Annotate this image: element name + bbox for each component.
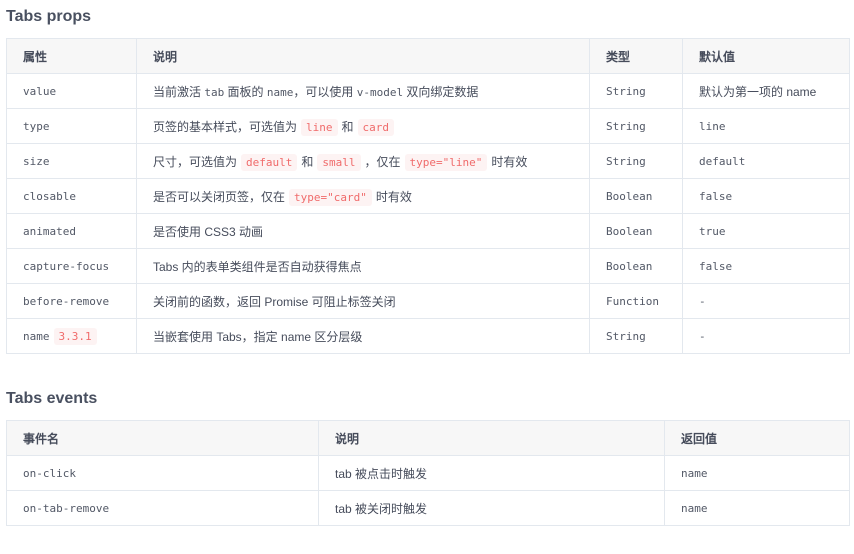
prop-type-cell: String [589,108,683,144]
prop-name: closable [23,189,76,203]
inline-code: line [301,118,338,136]
col-header-event-name: 事件名 [6,420,319,456]
table-row: type 页签的基本样式，可选值为 line 和 card String line [6,108,850,144]
col-header-type: 类型 [589,38,683,74]
prop-type-cell: String [589,318,683,354]
prop-name: type [23,119,50,133]
table-row: size 尺寸，可选值为 default 和 small ，仅在 type="line" 时有… [6,143,850,179]
prop-desc-cell: 是否使用 CSS3 动画 [136,213,590,249]
desc-text: 和 [301,154,314,169]
events-section-title: Tabs events [6,390,98,407]
desc-text: 时有效 [491,154,528,169]
table-row: on-click tab 被点击时触发 name [6,455,850,491]
desc-text: 页签的基本样式，可选值为 [153,119,298,134]
desc-text: 双向绑定数据 [403,84,479,99]
table-row: on-tab-remove tab 被关闭时触发 name [6,490,850,526]
prop-name-cell: before-remove [6,283,137,319]
prop-name-cell: value [6,73,137,109]
prop-desc-cell: 关闭前的函数，返回 Promise 可阻止标签关闭 [136,283,590,319]
version-badge: 3.3.1 [53,327,97,345]
prop-desc-cell: 当前激活 tab 面板的 name，可以使用 v-model 双向绑定数据 [136,73,590,109]
prop-default-cell: - [682,318,850,354]
desc-text: 当前激活 [153,84,205,99]
prop-name: animated [23,224,76,238]
desc-text: 是否可以关闭页签，仅在 [153,189,286,204]
prop-desc-cell: 页签的基本样式，可选值为 line 和 card [136,108,590,144]
event-name-cell: on-tab-remove [6,490,319,526]
event-desc-cell: tab 被关闭时触发 [318,490,665,526]
event-return-cell: name [664,490,850,526]
table-row: name 3.3.1 当嵌套使用 Tabs，指定 name 区分层级 String - [6,318,850,354]
props-header-row: 属性 说明 类型 默认值 [6,38,850,74]
prop-name-cell: animated [6,213,137,249]
desc-text: name [266,85,294,99]
prop-name: capture-focus [23,259,110,273]
col-header-prop: 属性 [6,38,137,74]
inline-code: small [317,153,361,171]
prop-name-cell: capture-focus [6,248,137,284]
desc-text: 和 [341,119,354,134]
prop-type-cell: Boolean [589,213,683,249]
events-table: 事件名 说明 返回值 on-click tab 被点击时触发 name on-tab-… [6,420,850,526]
prop-default-cell: false [682,178,850,214]
table-row: closable 是否可以关闭页签，仅在 type="card" 时有效 Boolean… [6,178,850,214]
prop-desc-cell: 尺寸，可选值为 default 和 small ，仅在 type="line" 时有效 [136,143,590,179]
col-header-event-return: 返回值 [664,420,850,456]
prop-name-cell: size [6,143,137,179]
prop-name-cell: name 3.3.1 [6,318,137,354]
prop-default-cell: line [682,108,850,144]
prop-name: name [23,329,50,343]
prop-default-cell: false [682,248,850,284]
desc-text: 面板的 [224,84,267,99]
desc-text: 关闭前的函数，返回 Promise 可阻止标签关闭 [153,294,396,309]
table-row: before-remove 关闭前的函数，返回 Promise 可阻止标签关闭 Fu… [6,283,850,319]
prop-desc-cell: Tabs 内的表单类组件是否自动获得焦点 [136,248,590,284]
prop-type-cell: Boolean [589,248,683,284]
inline-code: type="card" [289,188,372,206]
desc-text: 是否使用 CSS3 动画 [153,224,264,239]
prop-name: size [23,154,50,168]
event-return-cell: name [664,455,850,491]
desc-text: tab [204,85,225,99]
inline-code: card [357,118,395,136]
inline-code: type="line" [404,153,488,171]
prop-name-cell: closable [6,178,137,214]
prop-default-cell: 默认为第一项的 name [682,73,850,109]
desc-text: v-model [356,85,404,99]
prop-default-cell: default [682,143,850,179]
desc-text: ，仅在 [364,154,401,169]
desc-text: ，可以使用 [293,84,357,99]
event-name-cell: on-click [6,455,319,491]
table-row: animated 是否使用 CSS3 动画 Boolean true [6,213,850,249]
prop-type-cell: Function [589,283,683,319]
desc-text: Tabs 内的表单类组件是否自动获得焦点 [153,259,362,274]
prop-name: value [23,84,57,98]
desc-text: 尺寸，可选值为 [153,154,238,169]
prop-default-cell: - [682,283,850,319]
props-table: 属性 说明 类型 默认值 value 当前激活 tab 面板的 name，可以使用… [6,38,850,354]
prop-desc-cell: 是否可以关闭页签，仅在 type="card" 时有效 [136,178,590,214]
desc-text: 当嵌套使用 Tabs，指定 name 区分层级 [153,329,363,344]
prop-name-cell: type [6,108,137,144]
table-row: capture-focus Tabs 内的表单类组件是否自动获得焦点 Boolean… [6,248,850,284]
event-desc-cell: tab 被点击时触发 [318,455,665,491]
prop-desc-cell: 当嵌套使用 Tabs，指定 name 区分层级 [136,318,590,354]
col-header-event-desc: 说明 [318,420,665,456]
prop-type-cell: Boolean [589,178,683,214]
col-header-desc: 说明 [136,38,590,74]
col-header-default: 默认值 [682,38,850,74]
prop-default-cell: true [682,213,850,249]
prop-name: before-remove [23,294,110,308]
prop-type-cell: String [589,143,683,179]
inline-code: default [241,153,298,171]
desc-text: 时有效 [375,189,412,204]
events-header-row: 事件名 说明 返回值 [6,420,850,456]
table-row: value 当前激活 tab 面板的 name，可以使用 v-model 双向绑定… [6,73,850,109]
props-section-title: Tabs props [6,8,92,25]
prop-type-cell: String [589,73,683,109]
